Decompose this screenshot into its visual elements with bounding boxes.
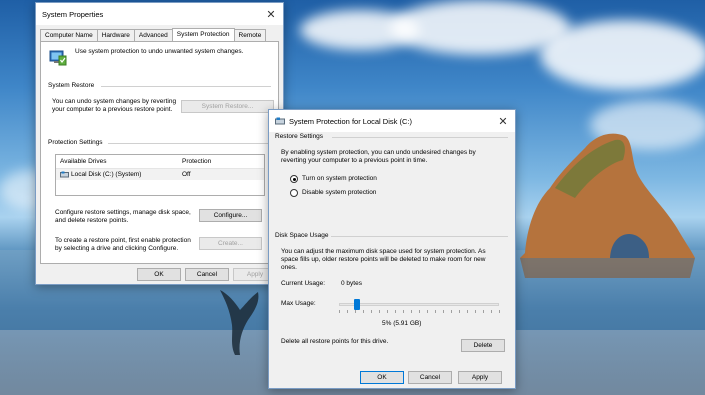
configure-button[interactable]: Configure...	[199, 209, 262, 222]
column-available-drives[interactable]: Available Drives	[60, 158, 106, 165]
slider-tick	[363, 310, 364, 313]
slider-track[interactable]	[339, 303, 499, 306]
restore-settings-label: Restore Settings	[275, 133, 324, 140]
local-disk-icon	[60, 171, 69, 178]
ok-button[interactable]: OK	[360, 371, 404, 384]
radio-turn-on-label: Turn on system protection	[302, 175, 377, 182]
slider-tick	[371, 310, 372, 313]
system-properties-window: System Properties ✕ Computer Name Hardwa…	[35, 2, 284, 285]
cancel-button[interactable]: Cancel	[185, 268, 229, 281]
drive-protection-status: Off	[182, 171, 191, 178]
slider-tick	[403, 310, 404, 313]
system-protection-dialog: System Protection for Local Disk (C:) ✕ …	[268, 109, 516, 389]
drives-table: Available Drives Protection Local Disk (…	[55, 154, 265, 196]
protection-settings-label: Protection Settings	[48, 139, 103, 146]
reflection-silhouette	[220, 290, 259, 355]
local-disk-icon	[275, 117, 285, 125]
slider-tick	[427, 310, 428, 313]
slider-tick	[435, 310, 436, 313]
disk-space-text-3: ones.	[281, 264, 297, 271]
slider-tick	[459, 310, 460, 313]
tab-hardware[interactable]: Hardware	[96, 29, 135, 41]
system-protection-panel: Use system protection to undo unwanted s…	[40, 41, 279, 264]
slider-tick	[339, 310, 340, 313]
configure-text-2: and delete restore points.	[55, 217, 129, 224]
drive-name: Local Disk (C:) (System)	[71, 171, 142, 178]
system-restore-text-1: You can undo system changes by reverting	[52, 98, 177, 105]
create-text-1: To create a restore point, first enable …	[55, 237, 191, 244]
current-usage-value: 0 bytes	[341, 280, 362, 287]
slider-tick	[355, 310, 356, 313]
slider-tick	[491, 310, 492, 313]
window-title: System Properties	[42, 9, 104, 19]
radio-disable-label: Disable system protection	[302, 189, 377, 196]
slider-tick	[379, 310, 380, 313]
system-protection-icon	[49, 50, 67, 66]
slider-thumb[interactable]	[354, 299, 361, 310]
table-row[interactable]: Local Disk (C:) (System) Off	[56, 169, 264, 180]
system-restore-button[interactable]: System Restore...	[181, 100, 274, 113]
slider-tick	[467, 310, 468, 313]
slider-tick	[411, 310, 412, 313]
tab-remote[interactable]: Remote	[233, 29, 267, 41]
tab-strip: Computer Name Hardware Advanced System P…	[40, 28, 267, 41]
restore-settings-text-1: By enabling system protection, you can u…	[281, 149, 476, 156]
delete-text: Delete all restore points for this drive…	[281, 338, 389, 345]
close-icon[interactable]: ✕	[263, 6, 279, 22]
system-properties-titlebar: System Properties ✕	[36, 3, 283, 25]
tab-advanced[interactable]: Advanced	[133, 29, 173, 41]
slider-tick	[395, 310, 396, 313]
column-protection[interactable]: Protection	[182, 158, 211, 165]
create-button[interactable]: Create...	[199, 237, 262, 250]
current-usage-label: Current Usage:	[281, 280, 326, 287]
close-icon[interactable]: ✕	[495, 113, 511, 129]
max-usage-slider[interactable]	[339, 296, 500, 316]
slider-tick	[483, 310, 484, 313]
disk-space-text-2: space fills up, older restore points wil…	[281, 256, 486, 263]
apply-button[interactable]: Apply	[458, 371, 502, 384]
radio-button-unchecked[interactable]	[290, 189, 298, 197]
dialog-title: System Protection for Local Disk (C:)	[289, 116, 412, 126]
slider-tick	[451, 310, 452, 313]
disk-space-usage-label: Disk Space Usage	[275, 232, 329, 239]
slider-tick	[419, 310, 420, 313]
delete-button[interactable]: Delete	[461, 339, 505, 352]
system-restore-label: System Restore	[48, 82, 95, 89]
dialog-titlebar: System Protection for Local Disk (C:) ✕	[269, 110, 515, 132]
slider-tick	[475, 310, 476, 313]
tab-system-protection[interactable]: System Protection	[171, 28, 235, 41]
max-usage-label: Max Usage:	[281, 300, 316, 307]
disk-space-text-1: You can adjust the maximum disk space us…	[281, 248, 486, 255]
tab-computer-name[interactable]: Computer Name	[40, 29, 98, 41]
cancel-button[interactable]: Cancel	[408, 371, 452, 384]
max-usage-value: 5% (5.91 GB)	[382, 320, 422, 327]
system-restore-text-2: your computer to a previous restore poin…	[52, 106, 173, 113]
radio-disable[interactable]: Disable system protection	[290, 188, 430, 198]
sea-arch-rock	[520, 133, 695, 278]
radio-turn-on[interactable]: Turn on system protection	[290, 174, 430, 184]
slider-tick	[347, 310, 348, 313]
ok-button[interactable]: OK	[137, 268, 181, 281]
restore-settings-text-2: reverting your computer to a previous po…	[281, 157, 428, 164]
slider-tick	[443, 310, 444, 313]
intro-text: Use system protection to undo unwanted s…	[75, 48, 244, 55]
slider-tick	[387, 310, 388, 313]
create-text-2: by selecting a drive and clicking Config…	[55, 245, 179, 252]
slider-tick	[499, 310, 500, 313]
configure-text-1: Configure restore settings, manage disk …	[55, 209, 191, 216]
radio-button-checked[interactable]	[290, 175, 298, 183]
